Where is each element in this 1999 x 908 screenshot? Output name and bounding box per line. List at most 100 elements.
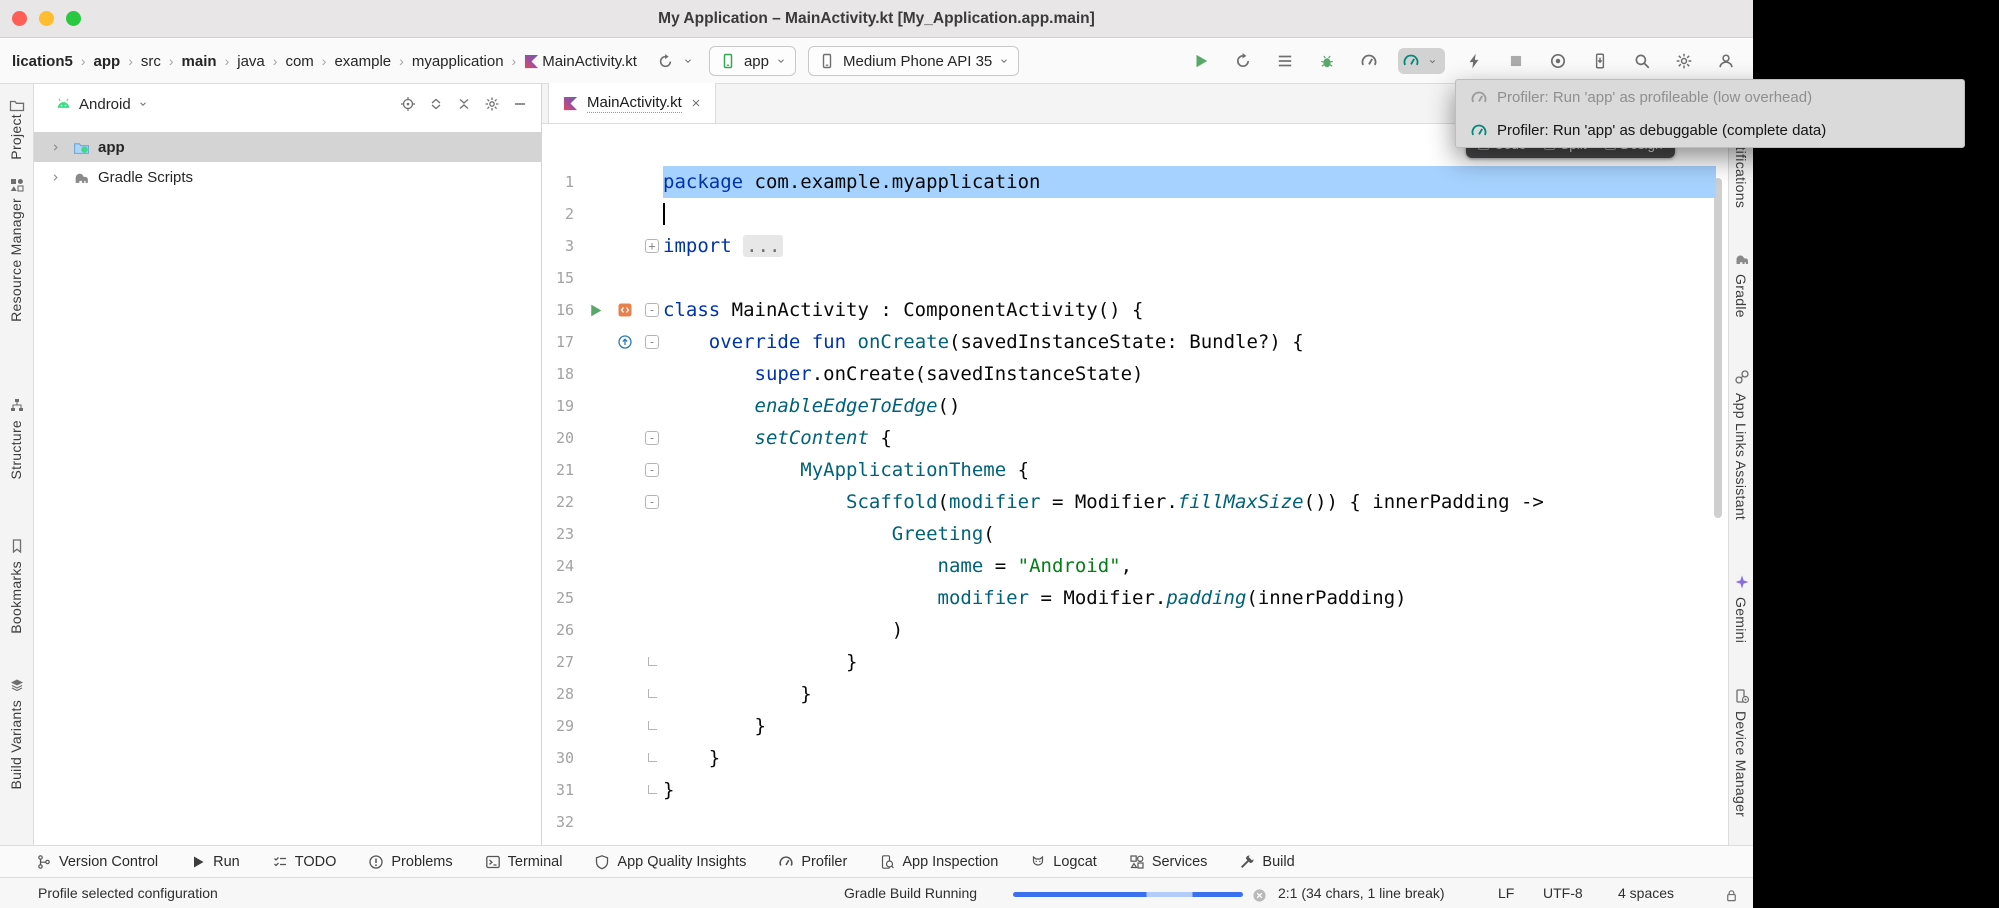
fold-end-marker[interactable]	[648, 753, 657, 762]
sync-dropdown[interactable]	[657, 52, 697, 70]
fold-marker[interactable]: -	[645, 335, 659, 349]
tool-window-button-logcat[interactable]: Logcat	[1030, 854, 1097, 870]
layers-icon[interactable]	[8, 676, 26, 694]
screen-record-button[interactable]	[1545, 48, 1571, 74]
breadcrumb-item[interactable]: src	[141, 53, 161, 70]
code-text: }	[663, 742, 1716, 774]
build-menu-button[interactable]	[1272, 48, 1298, 74]
breadcrumb-item[interactable]: MainActivity.kt	[542, 53, 637, 70]
override-icon[interactable]	[616, 333, 634, 351]
tool-window-button-todo[interactable]: TODO	[272, 854, 337, 870]
project-view-selector[interactable]: Android	[79, 96, 131, 113]
breadcrumb-item[interactable]: app	[94, 53, 121, 70]
tool-window-button-app-inspection[interactable]: App Inspection	[879, 854, 998, 870]
profiler-dropdown-button[interactable]	[1398, 48, 1445, 74]
links-icon[interactable]	[1733, 368, 1751, 386]
gradle-icon[interactable]	[1733, 250, 1751, 268]
search-everywhere-button[interactable]	[1629, 48, 1655, 74]
device-select[interactable]: Medium Phone API 35	[808, 46, 1019, 76]
encoding-indicator[interactable]: UTF-8	[1543, 878, 1583, 908]
line-number: 1	[542, 166, 574, 198]
code-text: import ...	[663, 230, 1716, 262]
kotlin-icon	[522, 52, 540, 70]
tool-stripe-button-build-variants[interactable]: Build Variants	[8, 700, 24, 790]
breadcrumb-item[interactable]: main	[182, 53, 217, 70]
line-ending-indicator[interactable]: LF	[1498, 878, 1514, 908]
fold-end-marker[interactable]	[648, 721, 657, 730]
tool-window-button-run[interactable]: Run	[190, 854, 240, 870]
folder-icon[interactable]	[8, 96, 26, 114]
device-mirror-button[interactable]	[1587, 48, 1613, 74]
code-line: 15	[542, 262, 1728, 294]
folded-imports[interactable]: ...	[743, 235, 783, 257]
apply-code-changes-button[interactable]	[1461, 48, 1487, 74]
project-tree-item[interactable]: app	[34, 132, 541, 162]
cancel-build-icon[interactable]	[1250, 886, 1268, 904]
device-manager-icon[interactable]	[1733, 687, 1751, 705]
settings-button[interactable]	[1671, 48, 1697, 74]
tool-stripe-button-device-manager[interactable]: Device Manager	[1733, 711, 1749, 817]
fold-end-marker[interactable]	[648, 689, 657, 698]
stop-button[interactable]	[1503, 48, 1529, 74]
tool-window-button-app-quality-insights[interactable]: App Quality Insights	[594, 854, 746, 870]
tool-stripe-button-resource-manager[interactable]: Resource Manager	[8, 198, 24, 322]
run-configuration-select[interactable]: app	[709, 46, 796, 76]
project-panel-header: Android	[34, 84, 541, 124]
run-button[interactable]	[1188, 48, 1214, 74]
hide-icon[interactable]	[511, 95, 529, 113]
tool-stripe-button-gemini[interactable]: Gemini	[1733, 597, 1749, 643]
right-tool-stripe: NotificationsGradleApp Links AssistantGe…	[1728, 84, 1753, 845]
project-tree-item[interactable]: Gradle Scripts	[34, 162, 541, 192]
gear-icon[interactable]	[483, 95, 501, 113]
profile-button[interactable]	[1356, 48, 1382, 74]
expand-all-icon[interactable]	[427, 95, 445, 113]
tool-stripe-button-structure[interactable]: Structure	[8, 420, 24, 480]
fold-marker[interactable]: -	[645, 431, 659, 445]
code-editor[interactable]: 1package com.example.myapplication23+imp…	[542, 124, 1728, 845]
caret-position[interactable]: 2:1 (34 chars, 1 line break)	[1278, 878, 1445, 908]
fold-marker[interactable]: -	[645, 463, 659, 477]
indent-indicator[interactable]: 4 spaces	[1618, 878, 1674, 908]
breadcrumb-item[interactable]: myapplication	[412, 53, 504, 70]
editor-tab[interactable]: MainActivity.kt	[548, 83, 716, 123]
tool-window-button-services[interactable]: Services	[1129, 854, 1208, 870]
tool-window-button-build[interactable]: Build	[1239, 854, 1294, 870]
code-text: class MainActivity : ComponentActivity()…	[663, 294, 1716, 326]
fold-marker[interactable]: +	[645, 239, 659, 253]
tool-stripe-button-gradle[interactable]: Gradle	[1733, 274, 1749, 318]
close-icon[interactable]	[690, 97, 703, 110]
locate-icon[interactable]	[399, 95, 417, 113]
lock-icon[interactable]	[1722, 886, 1740, 904]
collapse-all-icon[interactable]	[455, 95, 473, 113]
gauge-icon	[1470, 122, 1488, 140]
tool-window-button-terminal[interactable]: Terminal	[485, 854, 563, 870]
tool-stripe-button-bookmarks[interactable]: Bookmarks	[8, 561, 24, 634]
breadcrumb-item[interactable]: lication5	[12, 53, 73, 70]
account-button[interactable]	[1713, 48, 1739, 74]
breadcrumb-item[interactable]: com	[285, 53, 313, 70]
line-number: 31	[542, 774, 574, 806]
star-icon[interactable]	[1733, 573, 1751, 591]
line-number: 28	[542, 678, 574, 710]
fold-end-marker[interactable]	[648, 785, 657, 794]
breadcrumb-separator: ›	[273, 53, 278, 69]
tool-window-button-profiler[interactable]: Profiler	[778, 854, 847, 870]
fold-marker[interactable]: -	[645, 303, 659, 317]
structure-icon[interactable]	[8, 396, 26, 414]
run-gutter-icon[interactable]	[586, 301, 604, 319]
resource-icon[interactable]	[8, 176, 26, 194]
breadcrumb-item[interactable]: java	[237, 53, 265, 70]
tool-stripe-button-app-links-assistant[interactable]: App Links Assistant	[1733, 393, 1749, 520]
bookmark-icon[interactable]	[8, 537, 26, 555]
phone-icon	[818, 52, 836, 70]
tool-stripe-button-project[interactable]: Project	[8, 114, 24, 160]
fold-end-marker[interactable]	[648, 657, 657, 666]
fold-marker[interactable]: -	[645, 495, 659, 509]
breadcrumb-item[interactable]: example	[334, 53, 391, 70]
debug-button[interactable]	[1314, 48, 1340, 74]
profiler-menu-item[interactable]: Profiler: Run 'app' as debuggable (compl…	[1456, 114, 1964, 147]
class-marker-icon[interactable]	[616, 301, 634, 319]
tool-window-button-version-control[interactable]: Version Control	[36, 854, 158, 870]
rerun-button[interactable]	[1230, 48, 1256, 74]
tool-window-button-problems[interactable]: Problems	[368, 854, 452, 870]
